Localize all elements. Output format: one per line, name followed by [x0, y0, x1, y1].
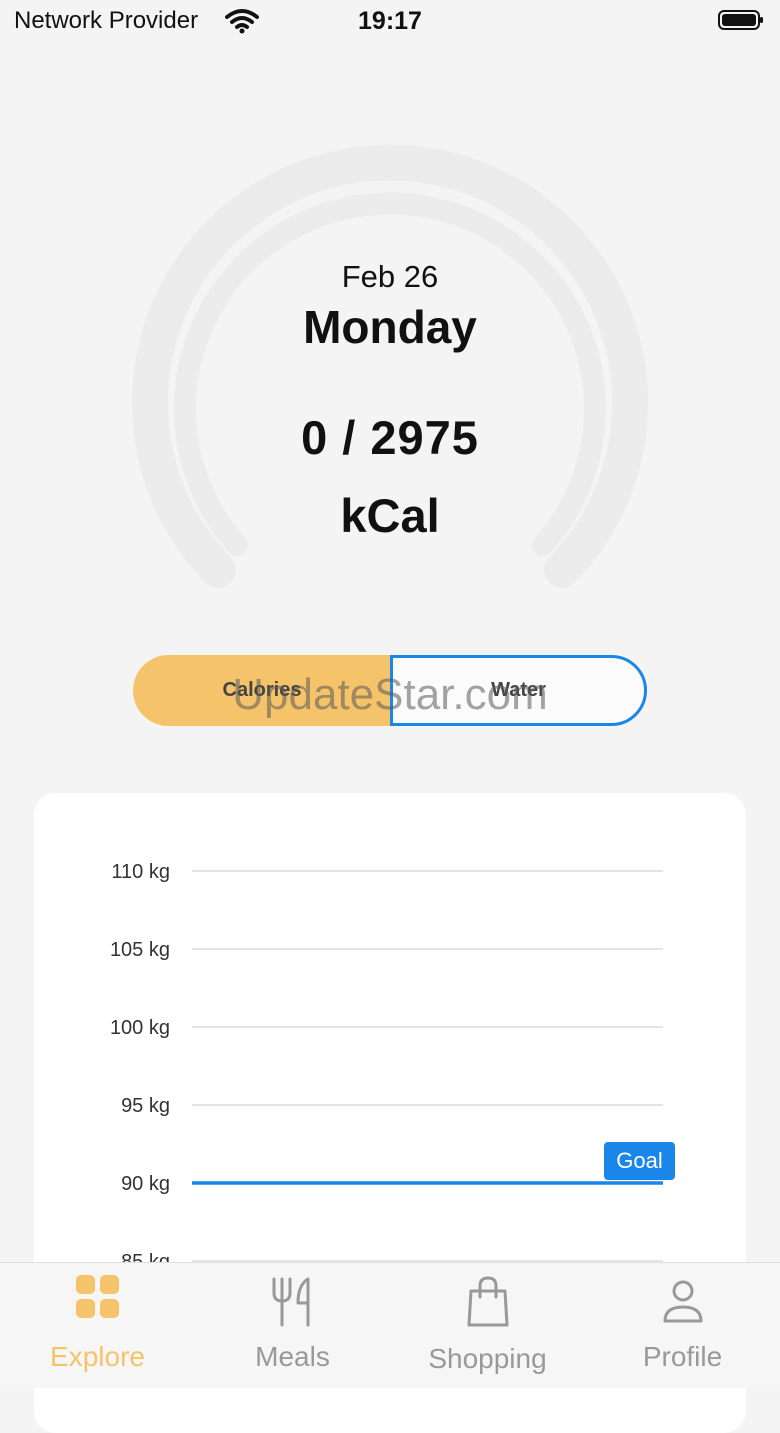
segment-calories[interactable]: Calories: [133, 655, 391, 726]
metric-segmented-control: Calories Water: [133, 655, 647, 726]
y-tick-label: 100 kg: [110, 1017, 170, 1039]
tab-meals-label: Meals: [255, 1341, 330, 1372]
tab-shopping-label: Shopping: [428, 1343, 547, 1374]
calorie-count: 0 / 2975: [301, 411, 479, 464]
battery-icon: [718, 10, 763, 30]
weight-chart: 110 kg105 kg100 kg95 kg90 kg85 kg: [110, 861, 663, 1263]
tab-profile-label: Profile: [642, 1341, 723, 1372]
goal-badge: Goal: [604, 1142, 675, 1180]
fork-knife-icon: [272, 1277, 309, 1327]
person-icon: [663, 1280, 702, 1323]
y-tick-label: 90 kg: [121, 1173, 170, 1195]
tab-explore-label: Explore: [50, 1341, 145, 1372]
y-tick-label: 95 kg: [121, 1095, 170, 1117]
tab-bar: Explore Meals Shopping Profile: [0, 1262, 780, 1388]
tab-meals[interactable]: Meals: [195, 1263, 390, 1388]
tab-explore[interactable]: Explore: [0, 1263, 195, 1388]
current-date: Feb 26: [341, 259, 439, 294]
y-tick-label: 110 kg: [111, 861, 170, 883]
clock: 19:17: [358, 7, 422, 35]
tab-profile[interactable]: Profile: [585, 1263, 780, 1388]
y-tick-label: 105 kg: [110, 939, 170, 961]
shopping-bag-icon: [467, 1276, 508, 1327]
tab-shopping[interactable]: Shopping: [390, 1263, 585, 1388]
grid-icon: [75, 1275, 119, 1318]
calorie-unit: kCal: [340, 489, 440, 542]
status-bar: Network Provider 19:17: [0, 0, 780, 44]
segment-water[interactable]: Water: [390, 655, 647, 726]
current-day: Monday: [303, 301, 477, 353]
